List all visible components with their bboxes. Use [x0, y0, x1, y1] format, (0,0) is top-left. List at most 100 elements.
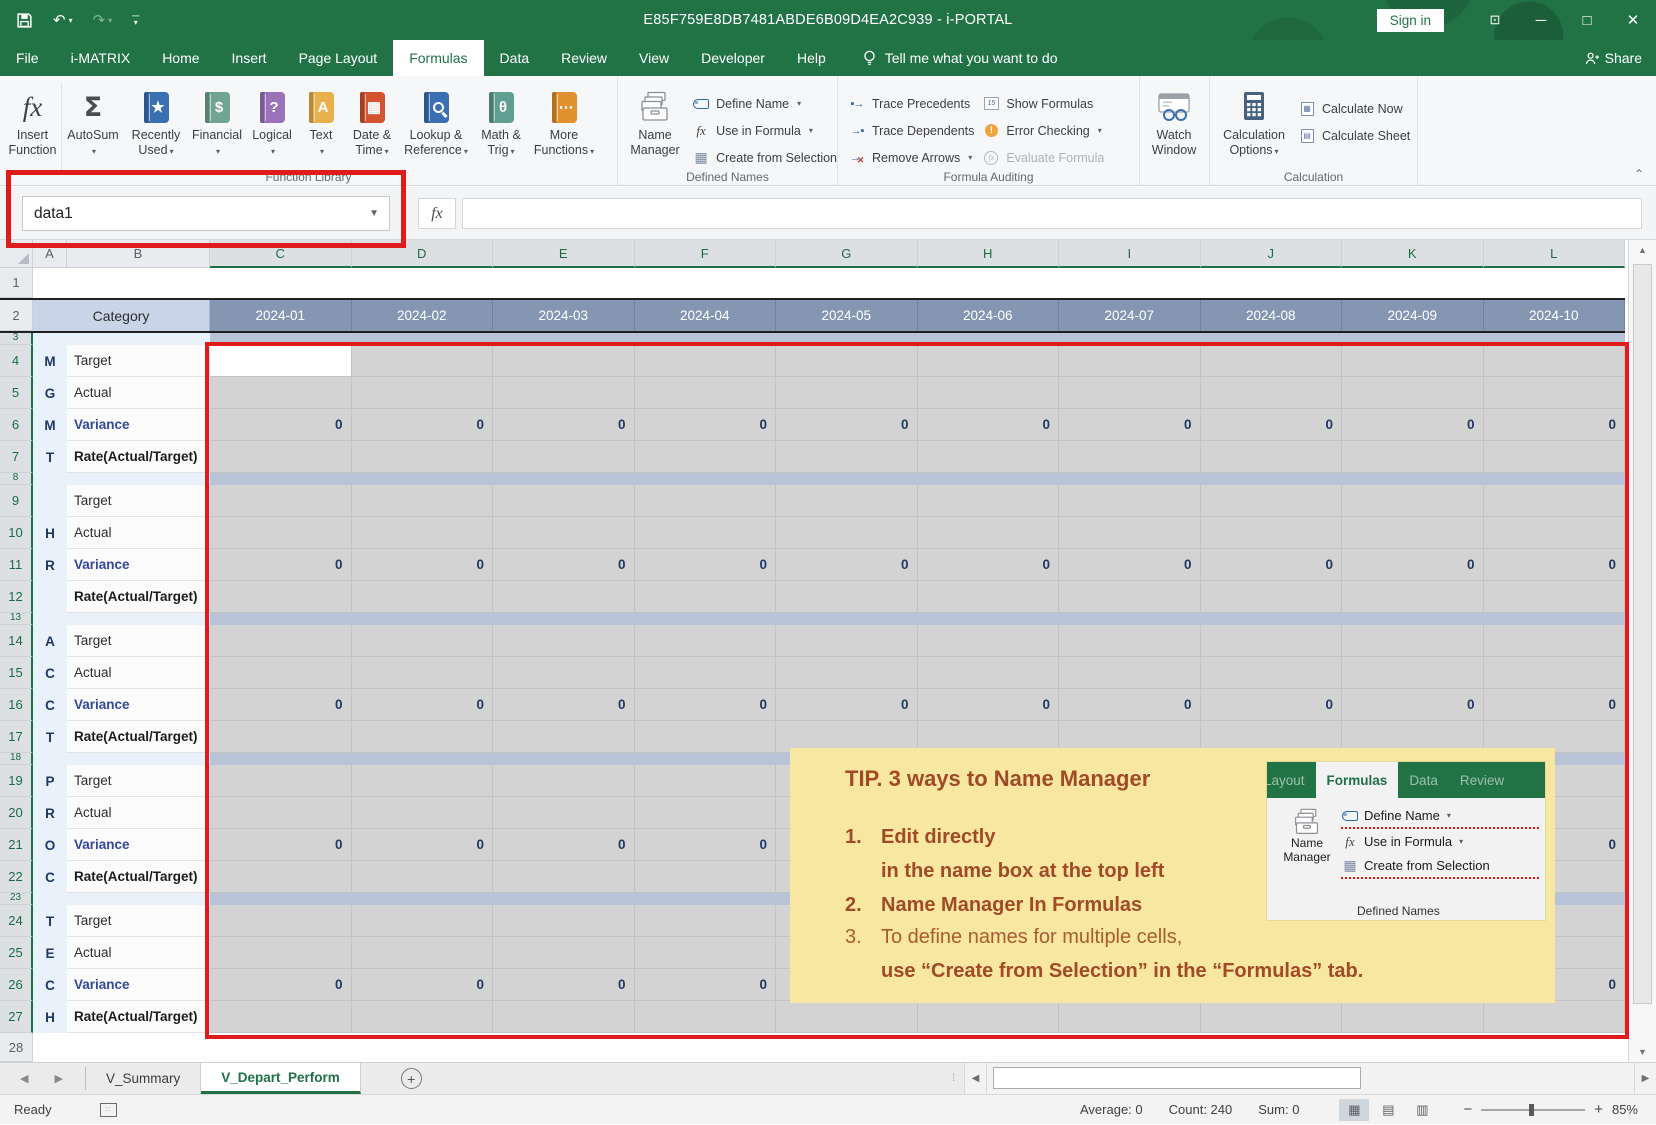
separator-left-panel[interactable] — [33, 333, 210, 345]
cell-PROC-actual-2024-03[interactable] — [493, 797, 635, 829]
cell-TECH-target-2024-01[interactable] — [210, 905, 352, 937]
cell-ACCT-actual-2024-03[interactable] — [493, 657, 635, 689]
sheet-tab-v_depart_perform[interactable]: V_Depart_Perform — [201, 1063, 361, 1094]
calculate-sheet-button[interactable]: ▤Calculate Sheet — [1298, 122, 1410, 149]
tell-me-box[interactable]: Tell me what you want to do — [848, 40, 1072, 76]
cell-PROC-actual-2024-02[interactable] — [352, 797, 494, 829]
cell-HR-variance-2024-05[interactable]: 0 — [776, 549, 918, 581]
maximize-button[interactable]: □ — [1564, 0, 1610, 40]
row-header-26[interactable]: 26 — [0, 969, 33, 1001]
cell-MGMT-variance-2024-03[interactable]: 0 — [493, 409, 635, 441]
cell-ACCT-variance-2024-03[interactable]: 0 — [493, 689, 635, 721]
cell-MGMT-variance-2024-06[interactable]: 0 — [918, 409, 1060, 441]
cell-MGMT-actual-2024-04[interactable] — [635, 377, 777, 409]
cell-TECH-actual-2024-04[interactable] — [635, 937, 777, 969]
tab-help[interactable]: Help — [781, 40, 842, 76]
cell-ACCT-target-2024-10[interactable] — [1484, 625, 1626, 657]
calculation-options-button[interactable]: Calculation Options▾ — [1210, 82, 1298, 174]
metric-label-HR-target[interactable]: Target — [67, 485, 210, 517]
cell-HR-variance-2024-07[interactable]: 0 — [1059, 549, 1201, 581]
cell-MGMT-rate-2024-04[interactable] — [635, 441, 777, 473]
close-button[interactable]: ✕ — [1610, 0, 1656, 40]
cell-ACCT-target-2024-04[interactable] — [635, 625, 777, 657]
cell-HR-variance-2024-02[interactable]: 0 — [352, 549, 494, 581]
month-header-2024-06[interactable]: 2024-06 — [918, 300, 1060, 331]
cell-TECH-rate-2024-02[interactable] — [352, 1001, 494, 1033]
metric-label-PROC-variance[interactable]: Variance — [67, 829, 210, 861]
cell-HR-actual-2024-10[interactable] — [1484, 517, 1626, 549]
horizontal-scroll-thumb[interactable] — [993, 1067, 1361, 1089]
cell-MGMT-actual-2024-06[interactable] — [918, 377, 1060, 409]
category-letter-HR-1[interactable] — [33, 485, 67, 517]
cell-MGMT-target-2024-08[interactable] — [1201, 345, 1343, 377]
book-text-button[interactable]: AText▾ — [298, 82, 344, 174]
cell-MGMT-variance-2024-05[interactable]: 0 — [776, 409, 918, 441]
cell-ACCT-variance-2024-05[interactable]: 0 — [776, 689, 918, 721]
cell-TECH-target-2024-03[interactable] — [493, 905, 635, 937]
cell-PROC-target-2024-01[interactable] — [210, 765, 352, 797]
cell-HR-rate-2024-06[interactable] — [918, 581, 1060, 613]
row-header-4[interactable]: 4 — [0, 345, 33, 377]
category-letter-PROC-1[interactable]: P — [33, 765, 67, 797]
cell-TECH-rate-2024-01[interactable] — [210, 1001, 352, 1033]
error-checking-button[interactable]: !Error Checking▾ — [982, 117, 1104, 144]
cell-HR-actual-2024-05[interactable] — [776, 517, 918, 549]
hscroll-left-icon[interactable]: ◀ — [964, 1063, 986, 1094]
cell-ACCT-actual-2024-01[interactable] — [210, 657, 352, 689]
cell-MGMT-actual-2024-03[interactable] — [493, 377, 635, 409]
row-header-10[interactable]: 10 — [0, 517, 33, 549]
cell-HR-actual-2024-07[interactable] — [1059, 517, 1201, 549]
metric-label-PROC-target[interactable]: Target — [67, 765, 210, 797]
vertical-scroll-thumb[interactable] — [1633, 264, 1652, 1004]
evaluate-formula-button[interactable]: fxEvaluate Formula — [982, 144, 1104, 171]
cell-ACCT-target-2024-08[interactable] — [1201, 625, 1343, 657]
cell-TECH-actual-2024-03[interactable] — [493, 937, 635, 969]
tab-split-handle[interactable]: ⁞ — [952, 1073, 956, 1084]
cell-TECH-target-2024-04[interactable] — [635, 905, 777, 937]
autosum-sigma-button[interactable]: ΣAutoSum▾ — [62, 82, 124, 174]
name-box-dropdown-icon[interactable]: ▼ — [369, 208, 379, 219]
scroll-down-icon[interactable]: ▼ — [1629, 1042, 1656, 1062]
book-coins-button[interactable]: $Financial▾ — [188, 82, 246, 174]
row-header-24[interactable]: 24 — [0, 905, 33, 937]
cell-MGMT-rate-2024-07[interactable] — [1059, 441, 1201, 473]
cell-HR-actual-2024-08[interactable] — [1201, 517, 1343, 549]
category-letter-ACCT-1[interactable]: A — [33, 625, 67, 657]
metric-label-ACCT-rateactualtarget[interactable]: Rate(Actual/Target) — [67, 721, 210, 753]
cell-HR-actual-2024-09[interactable] — [1342, 517, 1484, 549]
cell-HR-rate-2024-02[interactable] — [352, 581, 494, 613]
cell-HR-target-2024-04[interactable] — [635, 485, 777, 517]
row-header-11[interactable]: 11 — [0, 549, 33, 581]
cell-ACCT-target-2024-02[interactable] — [352, 625, 494, 657]
row-header-3[interactable]: 3 — [0, 333, 33, 345]
cell-HR-rate-2024-05[interactable] — [776, 581, 918, 613]
cell-TECH-variance-2024-01[interactable]: 0 — [210, 969, 352, 1001]
empty-row-28-cells[interactable] — [33, 1033, 1625, 1062]
category-letter-TECH-4[interactable]: H — [33, 1001, 67, 1033]
cell-HR-variance-2024-04[interactable]: 0 — [635, 549, 777, 581]
sheet-next-icon[interactable]: ▶ — [54, 1072, 62, 1085]
month-header-2024-08[interactable]: 2024-08 — [1201, 300, 1343, 331]
column-header-B[interactable]: B — [67, 240, 210, 268]
select-all-corner[interactable] — [0, 240, 33, 268]
cell-MGMT-actual-2024-02[interactable] — [352, 377, 494, 409]
cell-MGMT-actual-2024-05[interactable] — [776, 377, 918, 409]
metric-label-TECH-rateactualtarget[interactable]: Rate(Actual/Target) — [67, 1001, 210, 1033]
row-header-16[interactable]: 16 — [0, 689, 33, 721]
month-header-2024-09[interactable]: 2024-09 — [1342, 300, 1484, 331]
cell-ACCT-actual-2024-06[interactable] — [918, 657, 1060, 689]
show-formulas-button[interactable]: 15Show Formulas — [982, 90, 1104, 117]
normal-view-button[interactable]: ▦ — [1339, 1099, 1369, 1121]
trace-dependents-button[interactable]: →▪Trace Dependents — [848, 117, 974, 144]
month-header-2024-01[interactable]: 2024-01 — [210, 300, 352, 331]
cell-ACCT-variance-2024-06[interactable]: 0 — [918, 689, 1060, 721]
cell-ACCT-actual-2024-08[interactable] — [1201, 657, 1343, 689]
category-letter-HR-2[interactable]: H — [33, 517, 67, 549]
cell-TECH-actual-2024-01[interactable] — [210, 937, 352, 969]
month-header-2024-05[interactable]: 2024-05 — [776, 300, 918, 331]
cell-MGMT-variance-2024-02[interactable]: 0 — [352, 409, 494, 441]
metric-label-MGMT-rateactualtarget[interactable]: Rate(Actual/Target) — [67, 441, 210, 473]
cell-PROC-actual-2024-04[interactable] — [635, 797, 777, 829]
cell-ACCT-target-2024-05[interactable] — [776, 625, 918, 657]
share-button[interactable]: Share — [1584, 40, 1642, 76]
